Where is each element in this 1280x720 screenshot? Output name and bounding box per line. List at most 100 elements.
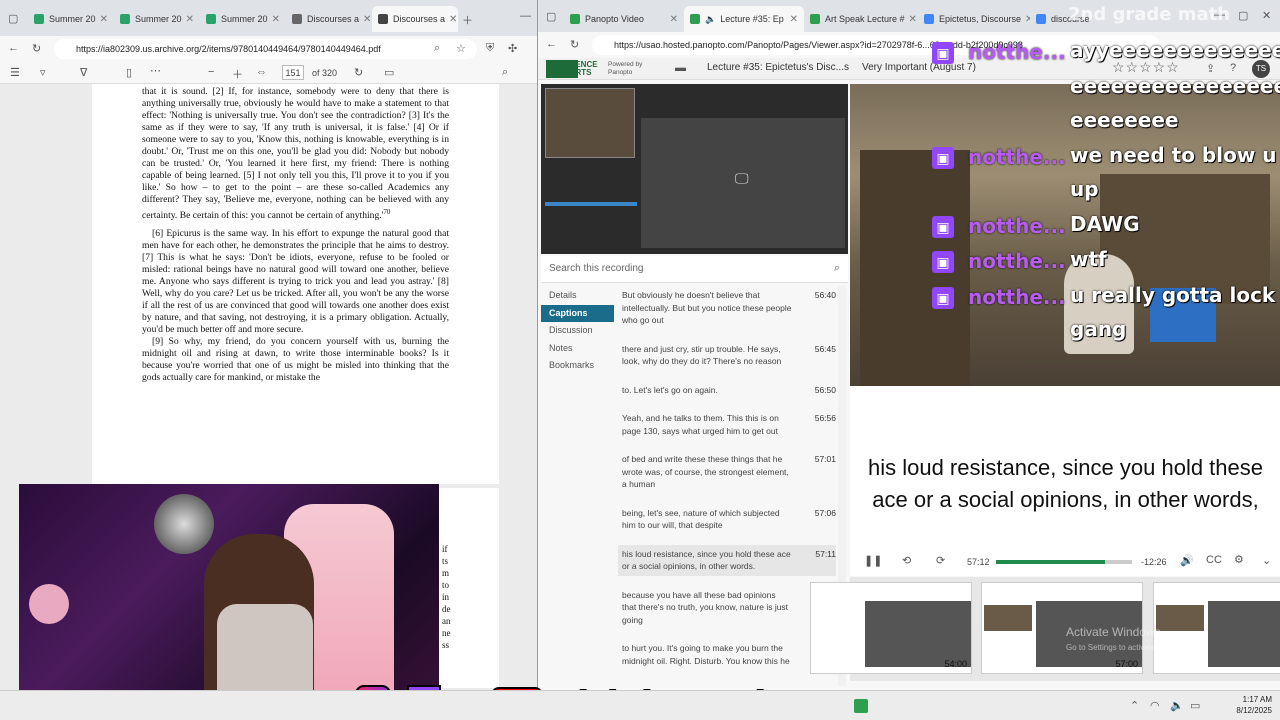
star-icon[interactable]: ☆ [456,42,466,55]
close-icon[interactable]: ✕ [96,14,108,25]
maximize-icon[interactable]: ▢ [1238,9,1248,22]
tab-panopto-video[interactable]: Panopto Video ✕ [564,6,684,32]
wifi-icon[interactable]: ◠ [1150,699,1160,712]
folder-icon[interactable]: ▬ [675,62,686,74]
back-icon[interactable]: ← [546,38,557,50]
tab-notes[interactable]: Notes [541,340,614,358]
tab-bookmarks[interactable]: Bookmarks [541,357,614,375]
tab-actions-icon[interactable]: ▢ [8,12,18,25]
caption-time[interactable]: 57:01 [815,453,836,466]
tab-discourses-2[interactable]: Discourses a ✕ [372,6,458,32]
logo-text: SCIENCE & ARTS [562,60,598,77]
footnote-ref[interactable]: 70 [383,208,390,216]
close-icon[interactable]: ✕ [905,14,917,25]
subtitle-text: his loud resistance, since you hold thes… [867,455,1263,512]
refresh-icon[interactable]: ↻ [32,42,41,55]
close-icon[interactable]: ✕ [1021,14,1030,25]
help-icon[interactable]: ? [1230,62,1236,74]
tab-lecture-35[interactable]: 🔈 Lecture #35: Ep ✕ [684,6,804,32]
sheet-icon [120,14,130,24]
contents-icon[interactable]: ☰ [10,66,20,79]
thumbnail[interactable]: 54:00 [810,582,972,674]
tab-art-speak[interactable]: Art Speak Lecture # ✕ [804,6,918,32]
caption-time[interactable]: 56:50 [815,384,836,397]
close-icon[interactable]: ✕ [182,14,194,25]
tab-summer-2[interactable]: Summer 20 ✕ [114,6,200,32]
captions-icon[interactable]: CC [1206,554,1222,566]
close-icon[interactable]: ✕ [359,14,371,25]
slide-preview[interactable]: 🖵 [541,84,848,254]
close-icon[interactable]: ✕ [666,14,678,25]
filter-icon[interactable]: ∇ [80,66,87,79]
chevron-down-icon[interactable]: ⌄ [1262,554,1271,567]
page-number-input[interactable]: 151 [282,65,304,80]
caption-row[interactable]: his loud resistance, since you hold thes… [618,544,836,576]
url-field[interactable]: https://ia802309.us.archive.org/2/items/… [54,39,477,59]
forward-icon[interactable]: ⟳ [936,554,945,567]
caption-row[interactable]: Yeah, and he talks to them. This this is… [618,409,836,440]
caption-row[interactable]: of bed and write these these things that… [618,450,836,494]
tab-discussion[interactable]: Discussion [541,322,614,340]
clock[interactable]: 1:17 AM 8/12/2025 [1216,694,1272,716]
caption-search[interactable]: Search this recording ⌕ [541,256,848,283]
puzzle-icon[interactable]: ✣ [508,42,517,55]
rewind-icon[interactable]: ⟲ [902,554,911,567]
extension-icon[interactable]: ⛨ [486,42,494,55]
volume-icon[interactable]: 🔈 [1170,699,1184,712]
tab-summer-1[interactable]: Summer 20 ✕ [28,6,114,32]
fit-icon[interactable]: ⇔ [256,66,267,78]
caption-row[interactable]: being, let's see, nature of which subjec… [618,504,836,535]
more-icon[interactable]: ⋯ [150,64,161,77]
close-icon[interactable]: ✕ [786,14,798,25]
caption-time[interactable]: 57:06 [815,507,836,520]
two-page-icon[interactable]: ▭ [384,66,394,79]
chat-username: notthe... [968,214,1066,238]
thumbnail[interactable] [1153,582,1280,674]
close-icon[interactable]: ✕ [268,14,280,25]
panopto-icon [690,14,700,24]
caption-row[interactable]: But obviously he doesn't believe that in… [618,286,836,330]
activate-windows-title: Activate Windows [1066,625,1161,639]
tab-actions-icon[interactable]: ▢ [546,10,556,23]
caption-row[interactable]: to. Let's let's go on again. 56:50 [618,381,836,400]
back-icon[interactable]: ← [8,42,19,54]
seek-bar[interactable] [996,560,1132,564]
search-icon[interactable]: ⌕ [502,66,508,79]
caption-row[interactable]: to hurt you. It's going to make you burn… [618,639,836,670]
search-icon[interactable]: ⌕ [834,262,840,275]
gear-icon[interactable]: ⚙ [1234,553,1244,566]
close-window-icon[interactable]: ✕ [1262,9,1271,22]
tab-summer-3[interactable]: Summer 20 ✕ [200,6,286,32]
caption-row[interactable]: there and just cry, stir up trouble. He … [618,340,836,371]
tab-epictetus[interactable]: Epictetus, Discourse✕ [918,6,1030,32]
page-view-icon[interactable]: ▯ [126,66,132,79]
caption-time[interactable]: 56:56 [815,412,836,425]
rotate-icon[interactable]: ↻ [354,66,363,79]
zoom-out-icon[interactable]: − [208,66,214,78]
caption-time[interactable]: 56:45 [815,343,836,356]
chat-message: eeeeeeeeeeeeeeeee [1070,74,1280,98]
pause-icon[interactable]: ❚❚ [864,554,882,567]
caption-time[interactable]: 56:40 [815,289,836,302]
pdf-text: that it is sound. [2] If, for instance, … [142,86,449,384]
app-icon[interactable] [854,699,868,713]
battery-icon[interactable]: ▭ [1190,699,1200,712]
zoom-in-icon[interactable]: ＋ [232,66,243,82]
highlight-icon[interactable]: ▿ [40,66,46,79]
tab-details[interactable]: Details [541,287,614,305]
powered-by: Powered by Panopto [608,61,643,76]
tab-captions[interactable]: Captions [541,304,614,322]
caption-row[interactable]: because you have all these bad opinions … [618,586,836,630]
tray-chevron-icon[interactable]: ⌃ [1130,699,1139,712]
minimize-icon[interactable]: — [520,10,531,22]
caption-time[interactable]: 57:11 [815,548,836,561]
lecture-subtitle: Very Important (August 7) [862,62,976,73]
subtitle-panel: his loud resistance, since you hold thes… [850,386,1280,548]
zoom-icon[interactable]: ⌕ [434,42,440,55]
tab-discourses-1[interactable]: Discourses a ✕ [286,6,372,32]
captions-list: But obviously he doesn't believe that in… [618,286,836,686]
new-tab-icon[interactable]: ＋ [462,12,473,28]
refresh-icon[interactable]: ↻ [570,38,579,51]
close-icon[interactable]: ✕ [445,14,457,25]
volume-icon[interactable]: 🔊 [1180,554,1194,567]
